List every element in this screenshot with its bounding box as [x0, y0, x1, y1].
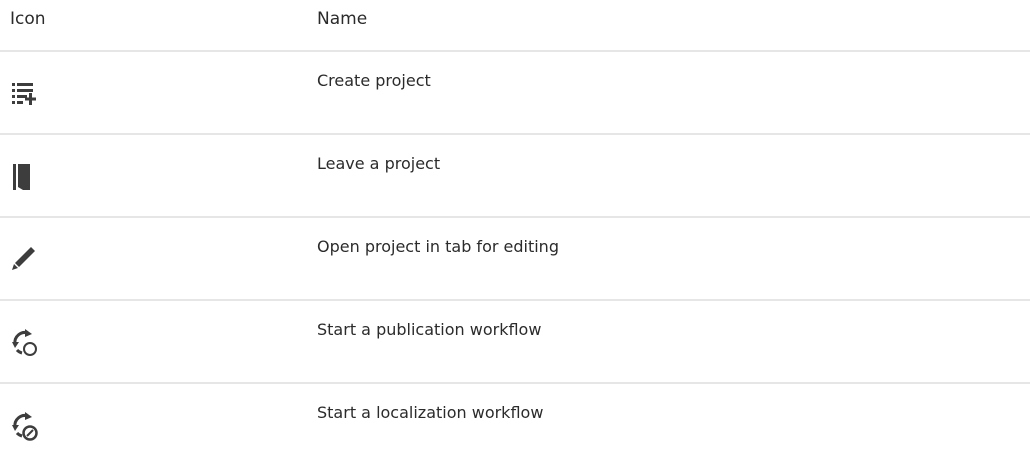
column-header-name: Name — [317, 9, 368, 29]
localization-workflow-icon — [10, 409, 38, 443]
row-name: Open project in tab for editing — [317, 237, 559, 256]
row-name: Create project — [317, 71, 431, 90]
leave-project-icon — [10, 160, 38, 194]
row-name: Start a publication workflow — [317, 320, 542, 339]
pencil-icon — [10, 243, 38, 277]
table-header: Icon Name — [0, 0, 1030, 52]
icon-table: Icon Name Create project Leave a project… — [0, 0, 1030, 467]
table-row: Start a localization workflow — [0, 384, 1030, 467]
table-row: Leave a project — [0, 135, 1030, 218]
column-header-icon: Icon — [10, 9, 46, 29]
publication-workflow-icon — [10, 326, 38, 360]
row-name: Start a localization workflow — [317, 403, 544, 422]
table-row: Open project in tab for editing — [0, 218, 1030, 301]
table-row: Start a publication workflow — [0, 301, 1030, 384]
create-project-icon — [10, 77, 38, 111]
row-name: Leave a project — [317, 154, 441, 173]
table-row: Create project — [0, 52, 1030, 135]
